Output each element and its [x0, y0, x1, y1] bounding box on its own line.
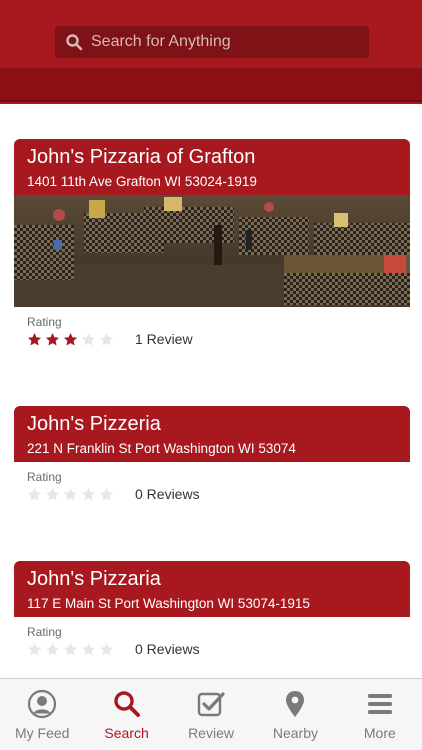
tab-label: More — [363, 725, 396, 741]
tab-search[interactable]: Search — [84, 679, 168, 750]
star-filled-icon — [45, 332, 60, 346]
header-band — [0, 68, 422, 102]
star-empty-icon — [63, 642, 78, 656]
listing-address: 117 E Main St Port Washington WI 53074-1… — [27, 596, 310, 611]
listing-name: John's Pizzaria — [27, 568, 161, 590]
star-empty-icon — [45, 642, 60, 656]
star-filled-icon — [27, 332, 42, 346]
tab-review[interactable]: Review — [169, 679, 253, 750]
tab-label: Search — [104, 725, 149, 741]
review-checkbox-icon — [197, 692, 225, 717]
listing-header[interactable]: John's Pizzaria 117 E Main St Port Washi… — [14, 561, 410, 617]
bottom-tab-bar: My Feed Search Review Nearby More — [0, 678, 422, 750]
user-icon — [28, 689, 57, 719]
review-count[interactable]: 0 Reviews — [135, 486, 200, 502]
listing-card[interactable]: John's Pizzaria of Grafton 1401 11th Ave… — [14, 139, 410, 357]
rating-label: Rating — [27, 625, 62, 639]
search-icon — [113, 691, 140, 717]
rating-section: Rating 0 Reviews — [14, 462, 410, 512]
app-header: Search for Anything — [0, 0, 422, 104]
star-empty-icon — [63, 487, 78, 501]
listing-name: John's Pizzaria of Grafton — [27, 146, 256, 168]
star-rating — [27, 332, 114, 347]
rating-label: Rating — [27, 470, 62, 484]
map-pin-icon — [286, 691, 305, 717]
star-rating — [27, 487, 114, 502]
rating-label: Rating — [27, 315, 62, 329]
listing-address: 1401 11th Ave Grafton WI 53024-1919 — [27, 174, 257, 189]
menu-icon — [367, 694, 392, 714]
listing-header[interactable]: John's Pizzeria 221 N Franklin St Port W… — [14, 406, 410, 462]
listing-photo[interactable] — [14, 195, 410, 307]
tab-nearby[interactable]: Nearby — [253, 679, 337, 750]
review-count[interactable]: 1 Review — [135, 331, 193, 347]
rating-section: Rating 0 Reviews — [14, 617, 410, 667]
results-list[interactable]: John's Pizzaria of Grafton 1401 11th Ave… — [0, 104, 422, 678]
listing-card[interactable]: John's Pizzaria 117 E Main St Port Washi… — [14, 561, 410, 667]
listing-card[interactable]: John's Pizzeria 221 N Franklin St Port W… — [14, 406, 410, 512]
star-empty-icon — [81, 332, 96, 346]
star-empty-icon — [99, 487, 114, 501]
listing-header[interactable]: John's Pizzaria of Grafton 1401 11th Ave… — [14, 139, 410, 195]
tab-my-feed[interactable]: My Feed — [0, 679, 84, 750]
tab-label: Nearby — [272, 725, 318, 741]
rating-section: Rating 1 Review — [14, 307, 410, 357]
star-empty-icon — [81, 487, 96, 501]
tab-more[interactable]: More — [338, 679, 422, 750]
listing-address: 221 N Franklin St Port Washington WI 530… — [27, 441, 296, 456]
tab-label: My Feed — [14, 725, 70, 741]
star-empty-icon — [45, 487, 60, 501]
star-filled-icon — [63, 332, 78, 346]
listing-name: John's Pizzeria — [27, 413, 161, 435]
search-icon — [66, 34, 83, 51]
star-empty-icon — [27, 642, 42, 656]
star-empty-icon — [99, 332, 114, 346]
restaurant-interior-photo — [14, 195, 410, 307]
star-rating — [27, 642, 114, 657]
star-empty-icon — [99, 642, 114, 656]
search-placeholder: Search for Anything — [91, 33, 231, 50]
review-count[interactable]: 0 Reviews — [135, 641, 200, 657]
star-empty-icon — [81, 642, 96, 656]
search-bar[interactable]: Search for Anything — [55, 26, 369, 58]
star-empty-icon — [27, 487, 42, 501]
tab-label: Review — [188, 725, 234, 741]
